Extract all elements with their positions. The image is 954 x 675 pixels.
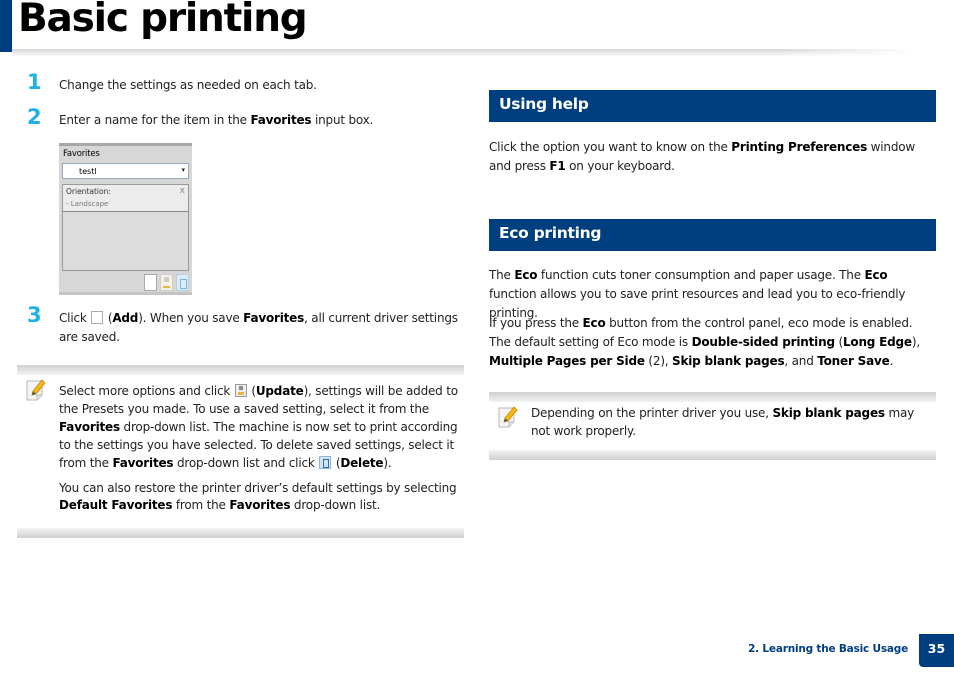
note-pencil-icon <box>26 379 46 401</box>
bold-term: Favorites <box>59 420 120 434</box>
bold-term: Favorites <box>243 311 305 325</box>
bold-term: Update <box>255 384 304 398</box>
note-paragraph: Select more options and click (Update), … <box>59 384 458 470</box>
note-top-rule <box>489 392 936 402</box>
bold-term: F1 <box>549 159 566 173</box>
note-body: Depending on the printer driver you use,… <box>531 404 936 440</box>
title-divider <box>12 49 917 57</box>
section-title: Using help <box>499 95 589 113</box>
section-header-eco-printing: Eco printing <box>489 219 936 251</box>
bold-term: Eco <box>514 268 538 282</box>
add-icon <box>91 311 104 324</box>
add-icon[interactable] <box>144 274 157 291</box>
favorites-dropdown[interactable]: testl ▾ <box>62 163 189 179</box>
bold-term: Favorites <box>112 456 174 470</box>
bold-term: Add <box>112 311 139 325</box>
using-help-paragraph: Click the option you want to know on the… <box>489 140 915 173</box>
bold-term: Skip blank pages <box>672 354 785 368</box>
favorites-label: Favorites <box>63 149 100 159</box>
bold-term: Printing Preferences <box>731 140 868 154</box>
note-top-rule <box>17 365 464 375</box>
close-icon[interactable]: x <box>180 186 185 196</box>
page-title: Basic printing <box>18 0 308 41</box>
note-bottom-rule <box>17 528 464 538</box>
setting-value: - Landscape <box>66 200 109 208</box>
bold-term: Eco <box>864 268 888 282</box>
list-item[interactable]: Orientation: x - Landscape <box>63 185 188 212</box>
step-number: 3 <box>27 303 42 327</box>
section-title: Eco printing <box>499 224 602 242</box>
update-icon[interactable] <box>160 274 173 291</box>
favorites-panel-screenshot: Favorites testl ▾ Orientation: x - Lands… <box>59 143 192 295</box>
delete-icon[interactable] <box>176 274 189 291</box>
note-body: Select more options and click (Update), … <box>59 382 467 514</box>
step-text: Click (Add). When you save Favorites, al… <box>59 311 458 344</box>
footer-section-link[interactable]: 2. Learning the Basic Usage <box>748 643 908 655</box>
bold-term: Favorites <box>229 498 291 512</box>
bold-term: Skip blank pages <box>772 406 885 420</box>
bold-term: Delete <box>340 456 384 470</box>
step-text: Enter a name for the item in the Favorit… <box>59 113 374 127</box>
page-number: 35 <box>919 634 954 667</box>
bold-term: Multiple Pages per Side <box>489 354 645 368</box>
setting-name: Orientation: <box>66 187 111 196</box>
bold-term: Double-sided printing <box>691 335 835 349</box>
note-pencil-icon <box>498 406 518 428</box>
note-box: Select more options and click (Update), … <box>17 365 464 538</box>
favorites-settings-list: Orientation: x - Landscape <box>62 184 189 271</box>
delete-icon <box>319 456 332 469</box>
eco-paragraph-2: If you press the Eco button from the con… <box>489 316 920 368</box>
bold-term: Eco <box>582 316 606 330</box>
favorites-toolbar <box>144 274 189 291</box>
update-icon <box>234 384 247 397</box>
bold-term: Long Edge <box>842 335 912 349</box>
note-paragraph: Depending on the printer driver you use,… <box>531 406 915 438</box>
bold-term: Default Favorites <box>59 498 173 512</box>
favorites-dropdown-value: testl <box>79 166 97 176</box>
step-number: 2 <box>27 105 42 129</box>
step-text: Change the settings as needed on each ta… <box>59 78 317 92</box>
section-header-using-help: Using help <box>489 90 936 122</box>
chevron-down-icon[interactable]: ▾ <box>181 166 185 174</box>
step-number: 1 <box>27 70 42 94</box>
note-paragraph: You can also restore the printer driver’… <box>59 481 457 512</box>
bold-term: Toner Save <box>817 354 890 368</box>
bold-term: Favorites <box>250 113 312 127</box>
note-bottom-rule <box>489 450 936 460</box>
title-accent-bar <box>0 0 12 52</box>
note-box: Depending on the printer driver you use,… <box>489 392 936 460</box>
